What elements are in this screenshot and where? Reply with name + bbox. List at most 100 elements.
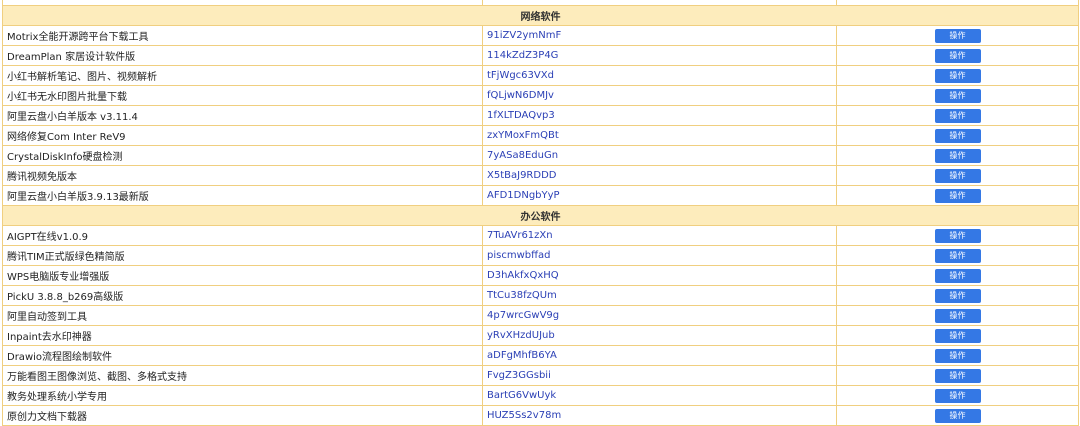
- extraction-code: 1fXLTDAQvp3: [482, 105, 837, 126]
- operate-button[interactable]: 操作: [934, 48, 981, 63]
- section-title: 网络软件: [2, 5, 1079, 26]
- extraction-code: 7yASa8EduGn: [482, 145, 837, 166]
- extraction-code: piscmwbffad: [482, 245, 837, 266]
- software-name: 阿里云盘小白羊版3.9.13最新版: [2, 185, 483, 206]
- extraction-code: BartG6VwUyk: [482, 385, 837, 406]
- table-row: 万能看图王图像浏览、截图、多格式支持 FvgZ3GGsbii 操作: [2, 365, 1079, 386]
- software-name: 原创力文档下载器: [2, 405, 483, 426]
- extraction-code: yRvXHzdUJub: [482, 325, 837, 346]
- action-cell: 操作: [836, 65, 1079, 86]
- software-name: Inpaint去水印神器: [2, 325, 483, 346]
- extraction-code: AFD1DNgbYyP: [482, 185, 837, 206]
- operate-button[interactable]: 操作: [934, 368, 981, 383]
- action-cell: 操作: [836, 345, 1079, 366]
- action-cell: 操作: [836, 245, 1079, 266]
- table-row: PickU 3.8.8_b269高级版 TtCu38fzQUm 操作: [2, 285, 1079, 306]
- table-row: 腾讯视频免版本 X5tBaJ9RDDD 操作: [2, 165, 1079, 186]
- extraction-code: zxYMoxFmQBt: [482, 125, 837, 146]
- action-cell: 操作: [836, 405, 1079, 426]
- action-cell: 操作: [836, 45, 1079, 66]
- software-name: DreamPlan 家居设计软件版: [2, 45, 483, 66]
- section-header-row: 办公软件: [2, 205, 1079, 226]
- operate-button[interactable]: 操作: [934, 388, 981, 403]
- table-row: 网络修复Com Inter ReV9 zxYMoxFmQBt 操作: [2, 125, 1079, 146]
- software-name: AIGPT在线v1.0.9: [2, 225, 483, 246]
- operate-button[interactable]: 操作: [934, 248, 981, 263]
- operate-button[interactable]: 操作: [934, 128, 981, 143]
- action-cell: 操作: [836, 385, 1079, 406]
- action-cell: 操作: [836, 105, 1079, 126]
- extraction-code: X5tBaJ9RDDD: [482, 165, 837, 186]
- action-cell: 操作: [836, 85, 1079, 106]
- extraction-code: aDFgMhfB6YA: [482, 345, 837, 366]
- software-name: 腾讯视频免版本: [2, 165, 483, 186]
- table-row: 阿里云盘小白羊版3.9.13最新版 AFD1DNgbYyP 操作: [2, 185, 1079, 206]
- software-name: 小红书解析笔记、图片、视频解析: [2, 65, 483, 86]
- action-cell: 操作: [836, 225, 1079, 246]
- table-row: Inpaint去水印神器 yRvXHzdUJub 操作: [2, 325, 1079, 346]
- operate-button[interactable]: 操作: [934, 68, 981, 83]
- operate-button[interactable]: 操作: [934, 348, 981, 363]
- software-name: 阿里自动签到工具: [2, 305, 483, 326]
- operate-button[interactable]: 操作: [934, 308, 981, 323]
- software-name: 小红书无水印图片批量下载: [2, 85, 483, 106]
- extraction-code: tFjWgc63VXd: [482, 65, 837, 86]
- table-row: 腾讯TIM正式版绿色精简版 piscmwbffad 操作: [2, 245, 1079, 266]
- software-table: 网络软件 Motrix全能开源跨平台下载工具 91iZV2ymNmF 操作 DreamP…: [2, 0, 1079, 426]
- table-row: 阿里云盘小白羊版本 v3.11.4 1fXLTDAQvp3 操作: [2, 105, 1079, 126]
- action-cell: 操作: [836, 145, 1079, 166]
- software-name: PickU 3.8.8_b269高级版: [2, 285, 483, 306]
- software-name: 网络修复Com Inter ReV9: [2, 125, 483, 146]
- operate-button[interactable]: 操作: [934, 108, 981, 123]
- software-name: Motrix全能开源跨平台下载工具: [2, 25, 483, 46]
- operate-button[interactable]: 操作: [934, 288, 981, 303]
- action-cell: 操作: [836, 305, 1079, 326]
- table-row: WPS电脑版专业增强版 D3hAkfxQxHQ 操作: [2, 265, 1079, 286]
- software-name: WPS电脑版专业增强版: [2, 265, 483, 286]
- extraction-code: HUZ5Ss2v78m: [482, 405, 837, 426]
- extraction-code: D3hAkfxQxHQ: [482, 265, 837, 286]
- table-row: AIGPT在线v1.0.9 7TuAVr61zXn 操作: [2, 225, 1079, 246]
- operate-button[interactable]: 操作: [934, 268, 981, 283]
- table-row: 小红书解析笔记、图片、视频解析 tFjWgc63VXd 操作: [2, 65, 1079, 86]
- operate-button[interactable]: 操作: [934, 188, 981, 203]
- action-cell: 操作: [836, 265, 1079, 286]
- extraction-code: 91iZV2ymNmF: [482, 25, 837, 46]
- table-row: 原创力文档下载器 HUZ5Ss2v78m 操作: [2, 405, 1079, 426]
- software-name: 阿里云盘小白羊版本 v3.11.4: [2, 105, 483, 126]
- extraction-code: FvgZ3GGsbii: [482, 365, 837, 386]
- table-row: Motrix全能开源跨平台下载工具 91iZV2ymNmF 操作: [2, 25, 1079, 46]
- action-cell: 操作: [836, 185, 1079, 206]
- table-row: DreamPlan 家居设计软件版 114kZdZ3P4G 操作: [2, 45, 1079, 66]
- action-cell: 操作: [836, 165, 1079, 186]
- operate-button[interactable]: 操作: [934, 148, 981, 163]
- operate-button[interactable]: 操作: [934, 408, 981, 423]
- table-row: 阿里自动签到工具 4p7wrcGwV9g 操作: [2, 305, 1079, 326]
- table-row: 教务处理系统小学专用 BartG6VwUyk 操作: [2, 385, 1079, 406]
- software-name: 教务处理系统小学专用: [2, 385, 483, 406]
- operate-button[interactable]: 操作: [934, 28, 981, 43]
- section-header-row: 网络软件: [2, 5, 1079, 26]
- action-cell: 操作: [836, 325, 1079, 346]
- action-cell: 操作: [836, 25, 1079, 46]
- table-row: Drawio流程图绘制软件 aDFgMhfB6YA 操作: [2, 345, 1079, 366]
- software-name: 万能看图王图像浏览、截图、多格式支持: [2, 365, 483, 386]
- extraction-code: 7TuAVr61zXn: [482, 225, 837, 246]
- action-cell: 操作: [836, 125, 1079, 146]
- operate-button[interactable]: 操作: [934, 168, 981, 183]
- operate-button[interactable]: 操作: [934, 328, 981, 343]
- software-name: CrystalDiskInfo硬盘检测: [2, 145, 483, 166]
- action-cell: 操作: [836, 285, 1079, 306]
- software-name: Drawio流程图绘制软件: [2, 345, 483, 366]
- software-name: 腾讯TIM正式版绿色精简版: [2, 245, 483, 266]
- extraction-code: 4p7wrcGwV9g: [482, 305, 837, 326]
- operate-button[interactable]: 操作: [934, 228, 981, 243]
- table-row: CrystalDiskInfo硬盘检测 7yASa8EduGn 操作: [2, 145, 1079, 166]
- extraction-code: fQLjwN6DMJv: [482, 85, 837, 106]
- operate-button[interactable]: 操作: [934, 88, 981, 103]
- extraction-code: 114kZdZ3P4G: [482, 45, 837, 66]
- table-row: 小红书无水印图片批量下载 fQLjwN6DMJv 操作: [2, 85, 1079, 106]
- section-title: 办公软件: [2, 205, 1079, 226]
- action-cell: 操作: [836, 365, 1079, 386]
- software-list-page: 网络软件 Motrix全能开源跨平台下载工具 91iZV2ymNmF 操作 DreamP…: [0, 0, 1080, 426]
